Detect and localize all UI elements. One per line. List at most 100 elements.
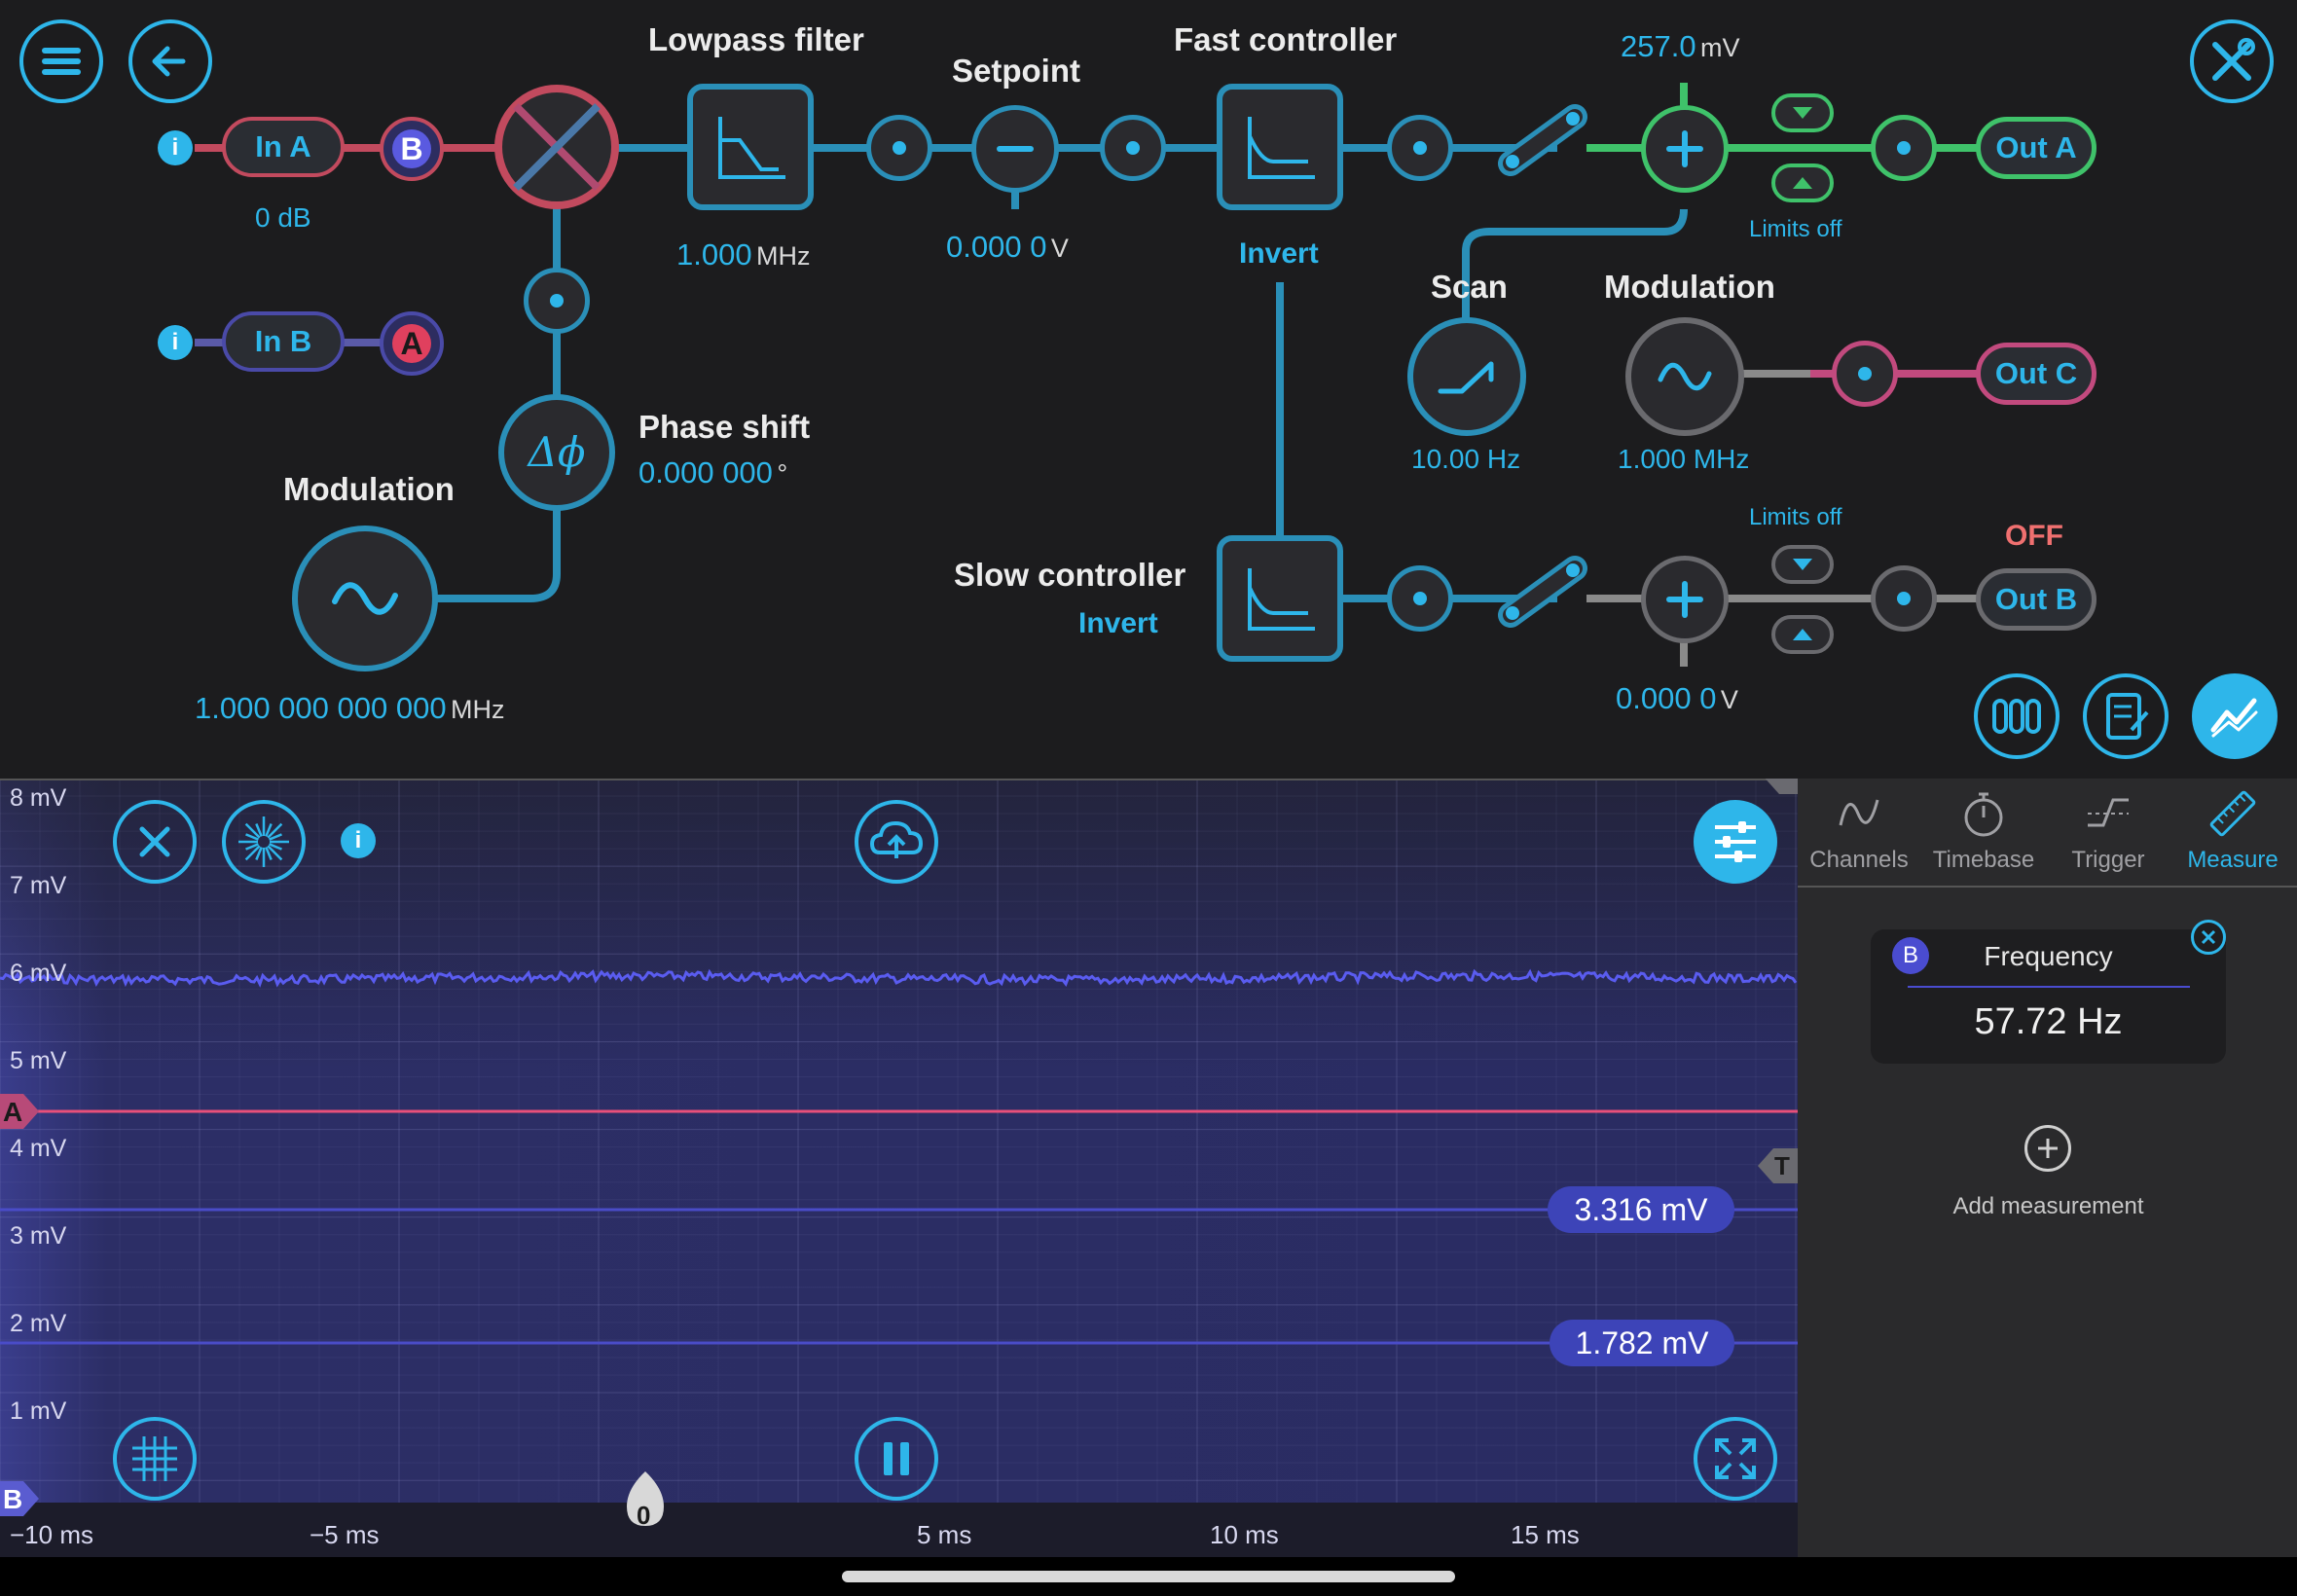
limit-upper-b[interactable] (1771, 545, 1834, 584)
sliders-icon[interactable] (1694, 800, 1777, 884)
tab-channels-label: Channels (1809, 847, 1909, 873)
mixer-node[interactable] (524, 268, 590, 334)
stopwatch-icon (1964, 792, 2003, 837)
lowpass-value[interactable]: 1.000 MHz (676, 237, 811, 272)
out-c-button[interactable]: Out C (1976, 343, 2096, 405)
out-b-label: Out B (1994, 582, 2078, 616)
channel-a-marker[interactable]: A (0, 1094, 41, 1129)
out-a-label: Out A (1995, 130, 2077, 164)
controller-icon[interactable] (1217, 84, 1343, 210)
modulation-left-title: Modulation (283, 471, 455, 507)
in-a-badge-label: B (392, 129, 431, 168)
back-icon[interactable] (128, 19, 212, 103)
close-icon[interactable] (113, 800, 197, 884)
trigger-icon (2088, 798, 2129, 827)
node-before-out-c[interactable] (1832, 341, 1898, 407)
fast-controller-invert[interactable]: Invert (1239, 237, 1319, 271)
info-icon[interactable]: i (158, 130, 193, 165)
cloud-upload-icon[interactable] (855, 800, 938, 884)
notes-icon[interactable] (2083, 673, 2169, 759)
mixer-icon[interactable] (492, 82, 622, 212)
remove-measurement-icon[interactable] (2191, 920, 2226, 955)
setpoint-minus-icon[interactable] (971, 105, 1059, 193)
limit-lower-b[interactable] (1771, 615, 1834, 654)
node-before-out-b[interactable] (1871, 565, 1937, 632)
modulation-right-value[interactable]: 1.000 MHz (1618, 444, 1749, 475)
tab-timebase-label: Timebase (1932, 847, 2035, 873)
phase-shift-value[interactable]: 0.000 000 ° (638, 455, 787, 490)
limit-upper-a[interactable] (1771, 93, 1834, 132)
phase-shift-button[interactable]: Δϕ (498, 394, 615, 511)
cursor-1-readout[interactable]: 3.316 mV (1548, 1186, 1734, 1233)
settings-tools-icon[interactable] (2190, 19, 2274, 103)
limit-lower-a[interactable] (1771, 163, 1834, 202)
slow-output-switch[interactable] (1489, 547, 1596, 635)
tab-trigger-label: Trigger (2071, 847, 2145, 873)
node-after-slow[interactable] (1387, 565, 1453, 632)
sum-a-number: 257.0 (1621, 29, 1696, 63)
laser-icon[interactable] (222, 800, 306, 884)
phase-shift-number: 0.000 000 (638, 455, 773, 490)
menu-icon[interactable] (19, 19, 103, 103)
lowpass-title: Lowpass filter (648, 21, 864, 57)
sum-a-plus-icon[interactable] (1641, 105, 1729, 193)
y-axis-label: 5 mV (10, 1047, 67, 1074)
node-after-lowpass[interactable] (866, 115, 932, 181)
sum-a-offset[interactable]: 257.0 mV (1621, 29, 1740, 64)
in-b-button[interactable]: In B (222, 311, 345, 372)
grid-icon[interactable] (113, 1417, 197, 1501)
add-measurement-icon[interactable] (2024, 1125, 2071, 1172)
x-axis-label: 5 ms (917, 1520, 972, 1549)
scan-value[interactable]: 10.00 Hz (1411, 444, 1520, 475)
node-after-setpoint[interactable] (1100, 115, 1166, 181)
modulation-left-unit: MHz (451, 695, 505, 724)
slow-controller-invert[interactable]: Invert (1078, 607, 1158, 640)
tab-channels[interactable]: Channels (1801, 786, 1917, 884)
cursor-2-readout[interactable]: 1.782 mV (1550, 1320, 1734, 1366)
tab-trigger[interactable]: Trigger (2050, 786, 2167, 884)
in-a-gain: 0 dB (255, 202, 311, 233)
in-b-label: In B (254, 324, 312, 358)
modulation-right-title: Modulation (1604, 269, 1775, 305)
sine-icon[interactable] (292, 526, 438, 671)
lowpass-icon[interactable] (687, 84, 814, 210)
sine-icon[interactable] (1625, 317, 1744, 436)
out-a-button[interactable]: Out A (1976, 117, 2096, 179)
tab-timebase[interactable]: Timebase (1925, 786, 2042, 884)
modulation-left-value[interactable]: 1.000 000 000 000 MHz (195, 691, 505, 726)
info-icon[interactable]: i (341, 823, 376, 858)
slow-controller-title: Slow controller (954, 557, 1186, 593)
add-measurement-label[interactable]: Add measurement (1871, 1193, 2226, 1220)
zero-marker-label: 0 (637, 1501, 651, 1530)
y-axis-label: 7 mV (10, 872, 67, 899)
setpoint-number: 0.000 0 (946, 230, 1047, 264)
fullscreen-icon[interactable] (1694, 1417, 1777, 1501)
oscilloscope[interactable]: 0 8 mV 7 mV 6 mV 5 mV 4 mV 3 mV 2 mV 1 m… (0, 779, 1798, 1557)
sum-b-plus-icon[interactable] (1641, 556, 1729, 643)
setpoint-value[interactable]: 0.000 0 V (946, 230, 1069, 265)
node-before-out-a[interactable] (1871, 115, 1937, 181)
trigger-handle[interactable]: T (1756, 1146, 1798, 1185)
setpoint-title: Setpoint (952, 53, 1080, 89)
controller-icon[interactable] (1217, 535, 1343, 662)
ramp-icon[interactable] (1407, 317, 1526, 436)
measurement-card[interactable]: B Frequency 57.72 Hz (1871, 929, 2226, 1064)
tab-measure[interactable]: Measure (2174, 786, 2291, 884)
in-b-channel-badge[interactable]: A (380, 311, 444, 376)
sum-b-offset[interactable]: 0.000 0 V (1616, 681, 1738, 716)
home-indicator[interactable] (842, 1571, 1455, 1582)
channel-b-marker[interactable]: B (0, 1481, 41, 1516)
info-icon[interactable]: i (158, 325, 193, 360)
y-axis-label: 6 mV (10, 960, 67, 987)
signal-graph-panel: i i In A 0 dB B In B A Δϕ Phase shift 0.… (0, 0, 2297, 779)
x-axis-label: 15 ms (1511, 1520, 1580, 1549)
scope-icon[interactable] (2192, 673, 2278, 759)
fast-output-switch[interactable] (1489, 95, 1596, 183)
node-after-fast[interactable] (1387, 115, 1453, 181)
channels-icon[interactable] (1974, 673, 2060, 759)
lowpass-unit: MHz (756, 241, 811, 271)
in-a-button[interactable]: In A (222, 117, 345, 177)
in-a-channel-badge[interactable]: B (380, 117, 444, 181)
pause-icon[interactable] (855, 1417, 938, 1501)
out-b-button[interactable]: Out B (1976, 568, 2096, 631)
